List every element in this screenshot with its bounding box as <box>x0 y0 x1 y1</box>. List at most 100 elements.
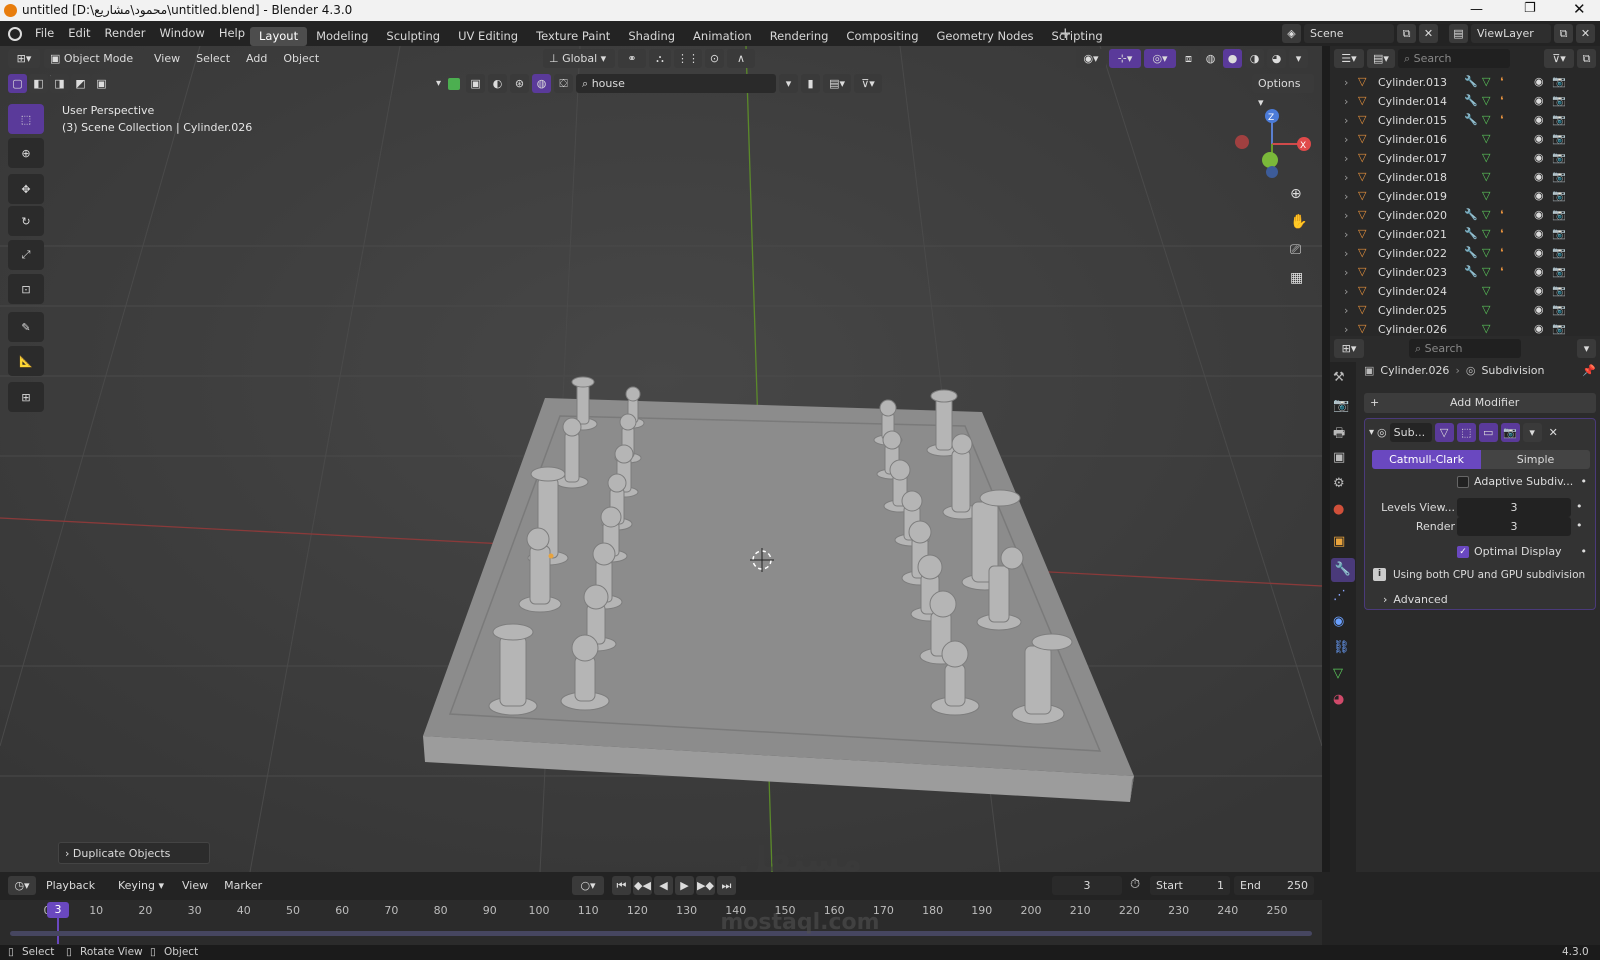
outliner-row[interactable]: › ▽ Cylinder.023 🔧 ▽ ❛ ◉ 📷 <box>1330 263 1600 282</box>
material-tab-icon[interactable]: ◕ <box>1333 692 1344 707</box>
outliner-row[interactable]: › ▽ Cylinder.017 ▽ ◉ 📷 <box>1330 149 1600 168</box>
holdout-icon[interactable]: ◍ <box>532 74 552 93</box>
delete-viewlayer-icon[interactable]: ✕ <box>1576 24 1595 43</box>
outliner-row[interactable]: › ▽ Cylinder.025 ▽ ◉ 📷 <box>1330 301 1600 320</box>
render-camera-icon[interactable]: 📷 <box>1552 189 1566 202</box>
mesh-data-icon[interactable]: ▽ <box>1482 284 1490 297</box>
expand-chevron-icon[interactable]: › <box>1344 152 1348 165</box>
render-camera-icon[interactable]: 📷 <box>1552 303 1566 316</box>
chevron-down-icon[interactable]: ▾ <box>436 78 441 89</box>
annotate-tool[interactable]: ✎ <box>8 312 44 342</box>
add-menu[interactable]: Add <box>240 49 273 68</box>
mode-dropdown[interactable]: ▣ Object Mode ▾ <box>44 49 144 84</box>
viewlayer-browse-icon[interactable]: ▤ <box>1449 24 1468 43</box>
material-icon[interactable]: ❛ <box>1500 75 1504 88</box>
indirect-icon[interactable]: ⛋ <box>554 74 574 93</box>
mesh-data-icon[interactable]: ▽ <box>1482 227 1490 240</box>
measure-tool[interactable]: 📐 <box>8 346 44 376</box>
neg-x-axis-icon[interactable] <box>1235 135 1249 149</box>
data-tab-icon[interactable]: ▽ <box>1333 666 1343 681</box>
3d-viewport[interactable]: ⊞▾ ▣ Object Mode ▾ View Select Add Objec… <box>0 46 1322 872</box>
select-extend-icon[interactable]: ◧ <box>29 74 48 93</box>
modifier-wrench-icon[interactable]: 🔧 <box>1464 94 1478 107</box>
optimal-display-checkbox[interactable]: ✓ <box>1457 545 1469 558</box>
expand-chevron-icon[interactable]: › <box>1344 95 1348 108</box>
outliner-row[interactable]: › ▽ Cylinder.019 ▽ ◉ 📷 <box>1330 187 1600 206</box>
levels-render-field[interactable]: 3 <box>1457 517 1571 536</box>
outliner-row[interactable]: › ▽ Cylinder.015 🔧 ▽ ❛ ◉ 📷 <box>1330 111 1600 130</box>
realtime-icon[interactable]: ▭ <box>1478 423 1498 442</box>
expand-chevron-icon[interactable]: › <box>1344 285 1348 298</box>
view-menu[interactable]: View <box>148 49 186 68</box>
tab-shading[interactable]: Shading <box>619 27 684 46</box>
material-icon[interactable]: ❛ <box>1500 113 1504 126</box>
remove-modifier-icon[interactable]: ✕ <box>1549 426 1558 439</box>
props-search-input[interactable]: ⌕ Search <box>1409 339 1521 358</box>
scale-tool[interactable]: ⤢ <box>8 240 44 270</box>
modifier-tab-wrench-icon[interactable]: 🔧 <box>1331 558 1355 582</box>
expand-chevron-icon[interactable]: › <box>1344 266 1348 279</box>
object-tab-icon[interactable]: ▣ <box>1333 534 1345 549</box>
expand-chevron-icon[interactable]: › <box>1344 171 1348 184</box>
eye-visibility-icon[interactable]: ◉ <box>1534 265 1544 278</box>
modifier-dropdown-icon[interactable]: ▾ <box>1522 423 1542 442</box>
render-camera-icon[interactable]: 📷 <box>1552 113 1566 126</box>
falloff-icon[interactable]: ∧ <box>727 49 755 68</box>
viewlayer-name-field[interactable]: ViewLayer <box>1471 24 1551 43</box>
constraints-tab-icon[interactable]: ⛓ <box>1333 640 1350 655</box>
restrict-select-icon[interactable]: ▣ <box>466 74 486 93</box>
pin-icon[interactable]: 📌 <box>1582 364 1596 377</box>
playhead[interactable]: 3 <box>47 902 69 918</box>
mesh-data-icon[interactable]: ▽ <box>1482 170 1490 183</box>
editor-type-icon[interactable]: ⊞▾ <box>8 49 40 68</box>
props-options-icon[interactable]: ▾ <box>1577 339 1596 358</box>
mesh-data-icon[interactable]: ▽ <box>1482 303 1490 316</box>
output-tab-icon[interactable]: 🖶 <box>1333 424 1345 446</box>
material-icon[interactable]: ❛ <box>1500 246 1504 259</box>
visibility-icon[interactable]: ◉▾ <box>1076 49 1106 68</box>
outliner-row[interactable]: › ▽ Cylinder.026 ▽ ◉ 📷 <box>1330 320 1600 336</box>
tab-geometry-nodes[interactable]: Geometry Nodes <box>928 27 1043 46</box>
select-new-icon[interactable]: ▢ <box>8 74 27 93</box>
tab-animation[interactable]: Animation <box>684 27 761 46</box>
transform-tool[interactable]: ⊡ <box>8 274 44 304</box>
render-tab-icon[interactable]: 📷 <box>1333 398 1349 413</box>
tab-compositing[interactable]: Compositing <box>837 27 927 46</box>
select-box-tool[interactable]: ⬚ <box>8 104 44 134</box>
mesh-data-icon[interactable]: ▽ <box>1482 322 1490 335</box>
menu-file[interactable]: File <box>28 21 61 46</box>
mesh-data-icon[interactable]: ▽ <box>1482 94 1490 107</box>
expand-chevron-icon[interactable]: › <box>1344 190 1348 203</box>
zoom-icon[interactable]: ⊕ <box>1290 186 1302 202</box>
outliner-search-input[interactable]: ⌕ Search <box>1398 49 1510 68</box>
eye-visibility-icon[interactable]: ◉ <box>1534 94 1544 107</box>
add-modifier-button[interactable]: + Add Modifier <box>1364 393 1596 413</box>
restrict-view-icon[interactable]: ◐ <box>488 74 508 93</box>
new-viewlayer-icon[interactable]: ⧉ <box>1554 24 1573 43</box>
render-camera-icon[interactable]: 📷 <box>1552 151 1566 164</box>
expand-chevron-icon[interactable]: › <box>1344 76 1348 89</box>
material-shading-icon[interactable]: ◑ <box>1245 49 1264 68</box>
y-axis-icon[interactable] <box>1262 152 1278 168</box>
material-icon[interactable]: ❛ <box>1500 208 1504 221</box>
eye-visibility-icon[interactable]: ◉ <box>1534 113 1544 126</box>
restrict-render-icon[interactable]: ⊛ <box>510 74 530 93</box>
select-menu[interactable]: Select <box>190 49 236 68</box>
tab-uv-editing[interactable]: UV Editing <box>449 27 527 46</box>
object-menu[interactable]: Object <box>277 49 325 68</box>
eye-visibility-icon[interactable]: ◉ <box>1534 227 1544 240</box>
mesh-data-icon[interactable]: ▽ <box>1482 265 1490 278</box>
last-operator-panel[interactable]: › Duplicate Objects <box>58 842 210 864</box>
render-camera-icon[interactable]: 📷 <box>1552 246 1566 259</box>
menu-help[interactable]: Help <box>212 21 252 46</box>
render-camera-icon[interactable]: 📷 <box>1552 322 1566 335</box>
render-camera-icon[interactable]: 📷 <box>1552 284 1566 297</box>
outliner-row[interactable]: › ▽ Cylinder.016 ▽ ◉ 📷 <box>1330 130 1600 149</box>
cage-icon[interactable]: ⬚ <box>1456 423 1476 442</box>
render-camera-icon[interactable]: 📷 <box>1552 265 1566 278</box>
wireframe-shading-icon[interactable]: ◍ <box>1201 49 1220 68</box>
timeline-scrollbar[interactable] <box>10 931 1312 936</box>
camera-view-icon[interactable]: ⎚ <box>1290 242 1301 258</box>
orientation-dropdown[interactable]: ⊥ Global ▾ <box>543 49 615 68</box>
shading-options-icon[interactable]: ▾ <box>1289 49 1308 68</box>
